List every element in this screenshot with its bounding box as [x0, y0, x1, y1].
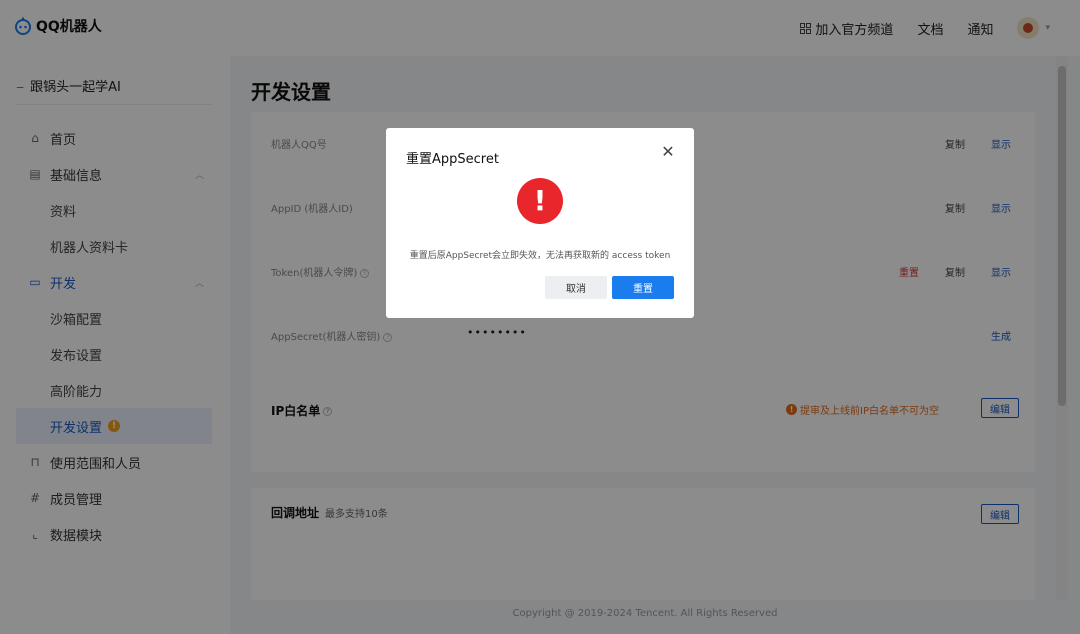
alert-icon: ! — [517, 178, 563, 224]
close-icon[interactable]: ✕ — [660, 144, 676, 160]
confirm-reset-button[interactable]: 重置 — [612, 276, 674, 299]
dialog-title: 重置AppSecret — [406, 152, 499, 167]
dialog-message: 重置后原AppSecret会立即失效，无法再获取新的 access token — [409, 251, 671, 261]
reset-appsecret-dialog: 重置AppSecret ✕ ! 重置后原AppSecret会立即失效，无法再获取… — [386, 128, 694, 318]
cancel-button[interactable]: 取消 — [545, 276, 607, 299]
